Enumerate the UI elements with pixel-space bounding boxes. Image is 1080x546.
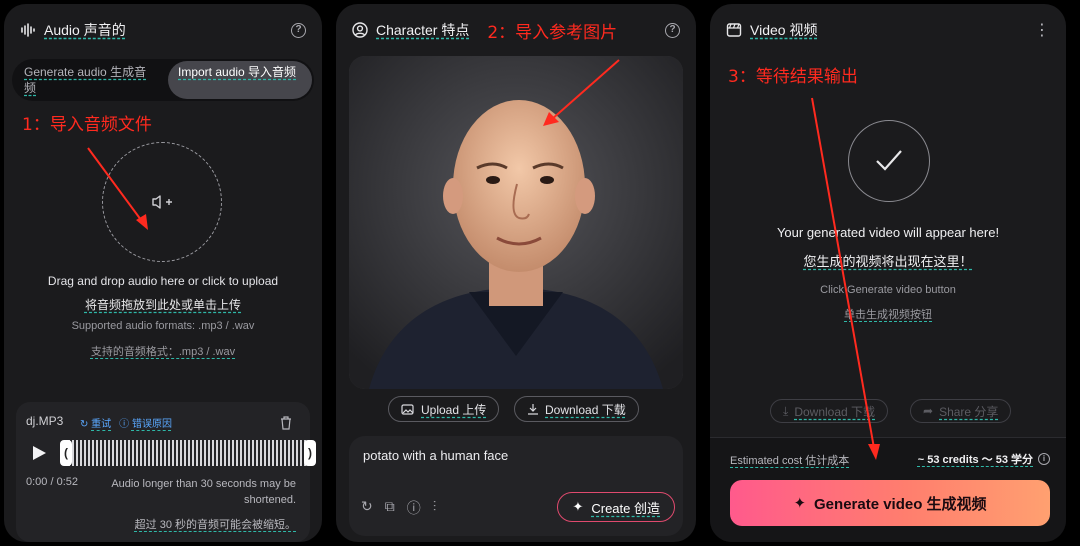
sparkle-icon: ✦ bbox=[793, 495, 807, 512]
tab-generate-audio[interactable]: Generate audio 生成音频 bbox=[14, 61, 164, 99]
character-panel: Character 特点 2：导入参考图片 ? Upload 上传 Downlo… bbox=[336, 4, 696, 542]
info-icon[interactable]: i bbox=[1038, 453, 1050, 465]
audio-file-name: dj.MP3 bbox=[26, 414, 64, 428]
user-circle-icon bbox=[352, 22, 368, 38]
annotation-arrow-3 bbox=[811, 97, 880, 460]
audio-panel-title: Audio 声音的 bbox=[44, 22, 126, 38]
trim-handle-right[interactable]: ) bbox=[304, 440, 316, 466]
audio-length-warning-zh: 超过 30 秒的音频可能会被缩短。 bbox=[134, 519, 296, 531]
video-panel: Video 视频 ⋮ 3：等待结果输出 Your generated video… bbox=[710, 4, 1066, 542]
annotation-step-1: 1：导入音频文件 bbox=[22, 115, 152, 135]
video-appear-en: Your generated video will appear here! bbox=[776, 225, 1000, 240]
file-actions: ↻ 重试 ⓘ 错误原因 bbox=[80, 415, 172, 430]
help-icon[interactable]: ? bbox=[291, 22, 306, 38]
more-vertical-icon[interactable]: ⋮ bbox=[1034, 20, 1050, 40]
click-hint-en: Click Generate video button bbox=[820, 284, 956, 296]
annotation-arrow-2 bbox=[543, 59, 620, 126]
video-clapper-icon bbox=[726, 23, 742, 37]
share-icon: ➦ bbox=[923, 404, 934, 418]
refresh-icon[interactable]: ↻ bbox=[361, 498, 373, 518]
audio-source-tabs: Generate audio 生成音频 Import audio 导入音频 bbox=[12, 59, 314, 101]
audio-warning-zh-wrap: 超过 30 秒的音频可能会被缩短。 bbox=[135, 516, 296, 532]
drop-text-zh-wrap: 将音频拖放到此处或单击上传 bbox=[4, 296, 322, 313]
create-button[interactable]: ✦ Create 创造 bbox=[557, 492, 675, 522]
download-label: Download 下载 bbox=[545, 402, 626, 417]
refresh-icon: ↻ bbox=[80, 419, 92, 430]
click-hint-zh-wrap: 单击生成视频按钮 bbox=[710, 306, 1066, 322]
share-button[interactable]: ➦ Share 分享 bbox=[910, 399, 1012, 423]
generate-video-button[interactable]: ✦ Generate video 生成视频 bbox=[730, 480, 1050, 526]
retry-link[interactable]: ↻ 重试 bbox=[80, 415, 111, 430]
audio-file-card: dj.MP3 ↻ 重试 ⓘ 错误原因 ( ) 0:00 / 0:52 Audio… bbox=[16, 402, 316, 542]
formats-zh: 支持的音频格式：.mp3 / .wav bbox=[90, 346, 236, 358]
drop-text-zh: 将音频拖放到此处或单击上传 bbox=[84, 298, 241, 312]
prompt-input[interactable]: potato with a human face bbox=[363, 448, 508, 463]
download-button[interactable]: Download 下载 bbox=[514, 396, 639, 422]
error-reason-link[interactable]: ⓘ 错误原因 bbox=[119, 415, 172, 430]
drop-text-en: Drag and drop audio here or click to upl… bbox=[47, 274, 279, 288]
image-upload-icon bbox=[401, 404, 414, 415]
upload-label: Upload 上传 bbox=[421, 402, 487, 417]
retry-label: 重试 bbox=[91, 419, 112, 430]
audio-wave-icon bbox=[21, 23, 35, 37]
play-icon[interactable] bbox=[30, 444, 48, 462]
annotation-step-3: 3：等待结果输出 bbox=[728, 67, 858, 87]
create-label: Create 创造 bbox=[591, 500, 660, 516]
video-appear-zh-wrap: 您生成的视频将出现在这里！ bbox=[710, 251, 1066, 270]
portrait-illustration bbox=[349, 56, 683, 389]
video-panel-header: Video 视频 ⋮ bbox=[726, 18, 1050, 42]
info-icon: ⓘ bbox=[119, 419, 132, 430]
tab-import-audio[interactable]: Import audio 导入音频 bbox=[168, 61, 312, 99]
video-footer: Estimated cost 估计成本 ~ 53 credits ～ 53 学分… bbox=[710, 437, 1066, 542]
audio-panel: Audio 声音的 ? Generate audio 生成音频 Import a… bbox=[4, 4, 322, 542]
help-icon[interactable]: ⓘ bbox=[407, 498, 421, 518]
character-panel-header: Character 特点 2：导入参考图片 ? bbox=[352, 18, 680, 43]
prompt-tools: ↻ ⧉ ⓘ ⫶ bbox=[361, 498, 436, 518]
estimated-cost-value-wrap: ~ 53 credits ～ 53 学分 i bbox=[918, 451, 1050, 467]
speaker-add-icon bbox=[152, 195, 172, 209]
formats-zh-wrap: 支持的音频格式：.mp3 / .wav bbox=[4, 343, 322, 359]
upload-button[interactable]: Upload 上传 bbox=[388, 396, 500, 422]
audio-length-warning-en: Audio longer than 30 seconds may be shor… bbox=[111, 478, 296, 506]
download-icon: ⤓ bbox=[783, 403, 789, 418]
trash-icon[interactable] bbox=[280, 416, 292, 430]
character-reference-image[interactable] bbox=[349, 56, 683, 389]
generate-video-label: Generate video 生成视频 bbox=[814, 495, 987, 513]
annotation-step-2: 2：导入参考图片 bbox=[487, 22, 618, 43]
audio-time: 0:00 / 0:52 bbox=[26, 476, 78, 488]
video-panel-title: Video 视频 bbox=[750, 22, 818, 38]
trim-handle-left[interactable]: ( bbox=[60, 440, 72, 466]
audio-panel-header: Audio 声音的 ? bbox=[20, 18, 306, 42]
share-label: Share 分享 bbox=[939, 404, 999, 419]
help-icon[interactable]: ? bbox=[665, 22, 680, 38]
estimated-cost-value: ~ 53 credits ～ 53 学分 bbox=[917, 454, 1033, 466]
annotation-arrow-1 bbox=[87, 147, 148, 230]
sparkle-icon: ✦ bbox=[572, 499, 584, 514]
sliders-icon[interactable]: ⫶ bbox=[433, 498, 437, 518]
error-reason-label: 错误原因 bbox=[131, 419, 172, 430]
character-panel-title: Character 特点 bbox=[376, 22, 470, 38]
audio-waveform[interactable]: ( ) bbox=[60, 440, 316, 466]
prompt-box[interactable]: potato with a human face ↻ ⧉ ⓘ ⫶ ✦ Creat… bbox=[349, 436, 683, 536]
formats-en: Supported audio formats: .mp3 / .wav bbox=[71, 320, 255, 332]
image-icon[interactable]: ⧉ bbox=[385, 498, 395, 518]
download-icon bbox=[528, 404, 538, 415]
